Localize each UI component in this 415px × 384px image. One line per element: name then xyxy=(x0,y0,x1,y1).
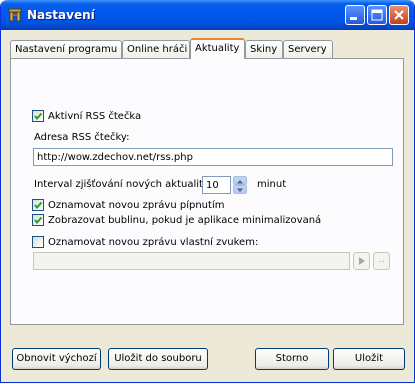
tab-program-settings[interactable]: Nastavení programu xyxy=(10,40,122,58)
play-sound-button[interactable] xyxy=(353,252,370,270)
custom-sound-checkbox[interactable] xyxy=(32,236,44,248)
interval-spinner[interactable] xyxy=(233,176,247,194)
close-button[interactable] xyxy=(389,5,409,25)
maximize-button[interactable] xyxy=(367,5,387,25)
browse-sound-button[interactable]: .. xyxy=(373,252,390,270)
interval-input[interactable]: 10 xyxy=(202,176,231,194)
dialog-body: Nastavení programu Online hráči Aktualit… xyxy=(4,30,411,379)
rss-enabled-checkbox[interactable] xyxy=(32,110,44,122)
window-title: Nastavení xyxy=(27,8,95,22)
balloon-checkbox[interactable] xyxy=(32,214,44,226)
news-tab-panel: Aktivní RSS čtečka Adresa RSS čtečky: ht… xyxy=(10,58,404,325)
tab-skins[interactable]: Skiny xyxy=(245,40,283,58)
play-icon xyxy=(359,257,365,265)
tab-online-players[interactable]: Online hráči xyxy=(122,40,190,58)
checkmark-icon xyxy=(34,216,43,225)
checkmark-icon xyxy=(34,112,43,121)
custom-sound-input[interactable] xyxy=(33,252,350,270)
settings-window: Nastavení Nastavení programu Online hráč… xyxy=(0,0,415,383)
restore-defaults-button[interactable]: Obnovit výchozí xyxy=(12,348,101,370)
app-icon xyxy=(8,8,22,22)
rss-address-label: Adresa RSS čtečky: xyxy=(34,132,130,143)
spin-up-button[interactable] xyxy=(233,176,247,185)
title-bar[interactable]: Nastavení xyxy=(1,0,414,30)
notify-beep-label: Oznamovat novou zprávu pípnutím xyxy=(48,200,225,211)
minimize-button[interactable] xyxy=(345,5,365,25)
save-to-file-button[interactable]: Uložit do souboru xyxy=(108,348,208,370)
cancel-button[interactable]: Storno xyxy=(255,348,329,370)
close-icon xyxy=(394,10,404,20)
balloon-label: Zobrazovat bublinu, pokud je aplikace mi… xyxy=(48,215,322,226)
checkmark-icon xyxy=(34,201,43,210)
minimize-icon xyxy=(350,17,357,20)
interval-unit-label: minut xyxy=(257,179,287,190)
tab-news[interactable]: Aktuality xyxy=(190,38,245,59)
interval-label: Interval zjišťování nových aktualit: xyxy=(34,179,207,190)
arrow-down-icon xyxy=(237,188,243,192)
custom-sound-label: Oznamovat novou zprávu vlastní zvukem: xyxy=(48,237,259,248)
save-button[interactable]: Uložit xyxy=(333,348,405,370)
notify-beep-checkbox[interactable] xyxy=(32,199,44,211)
rss-enabled-label: Aktivní RSS čtečka xyxy=(48,111,142,122)
spin-down-button[interactable] xyxy=(233,185,247,194)
maximize-icon xyxy=(371,9,383,21)
arrow-up-icon xyxy=(237,180,243,184)
tab-servers[interactable]: Servery xyxy=(283,40,333,58)
rss-address-input[interactable]: http://wow.zdechov.net/rss.php xyxy=(33,148,393,166)
